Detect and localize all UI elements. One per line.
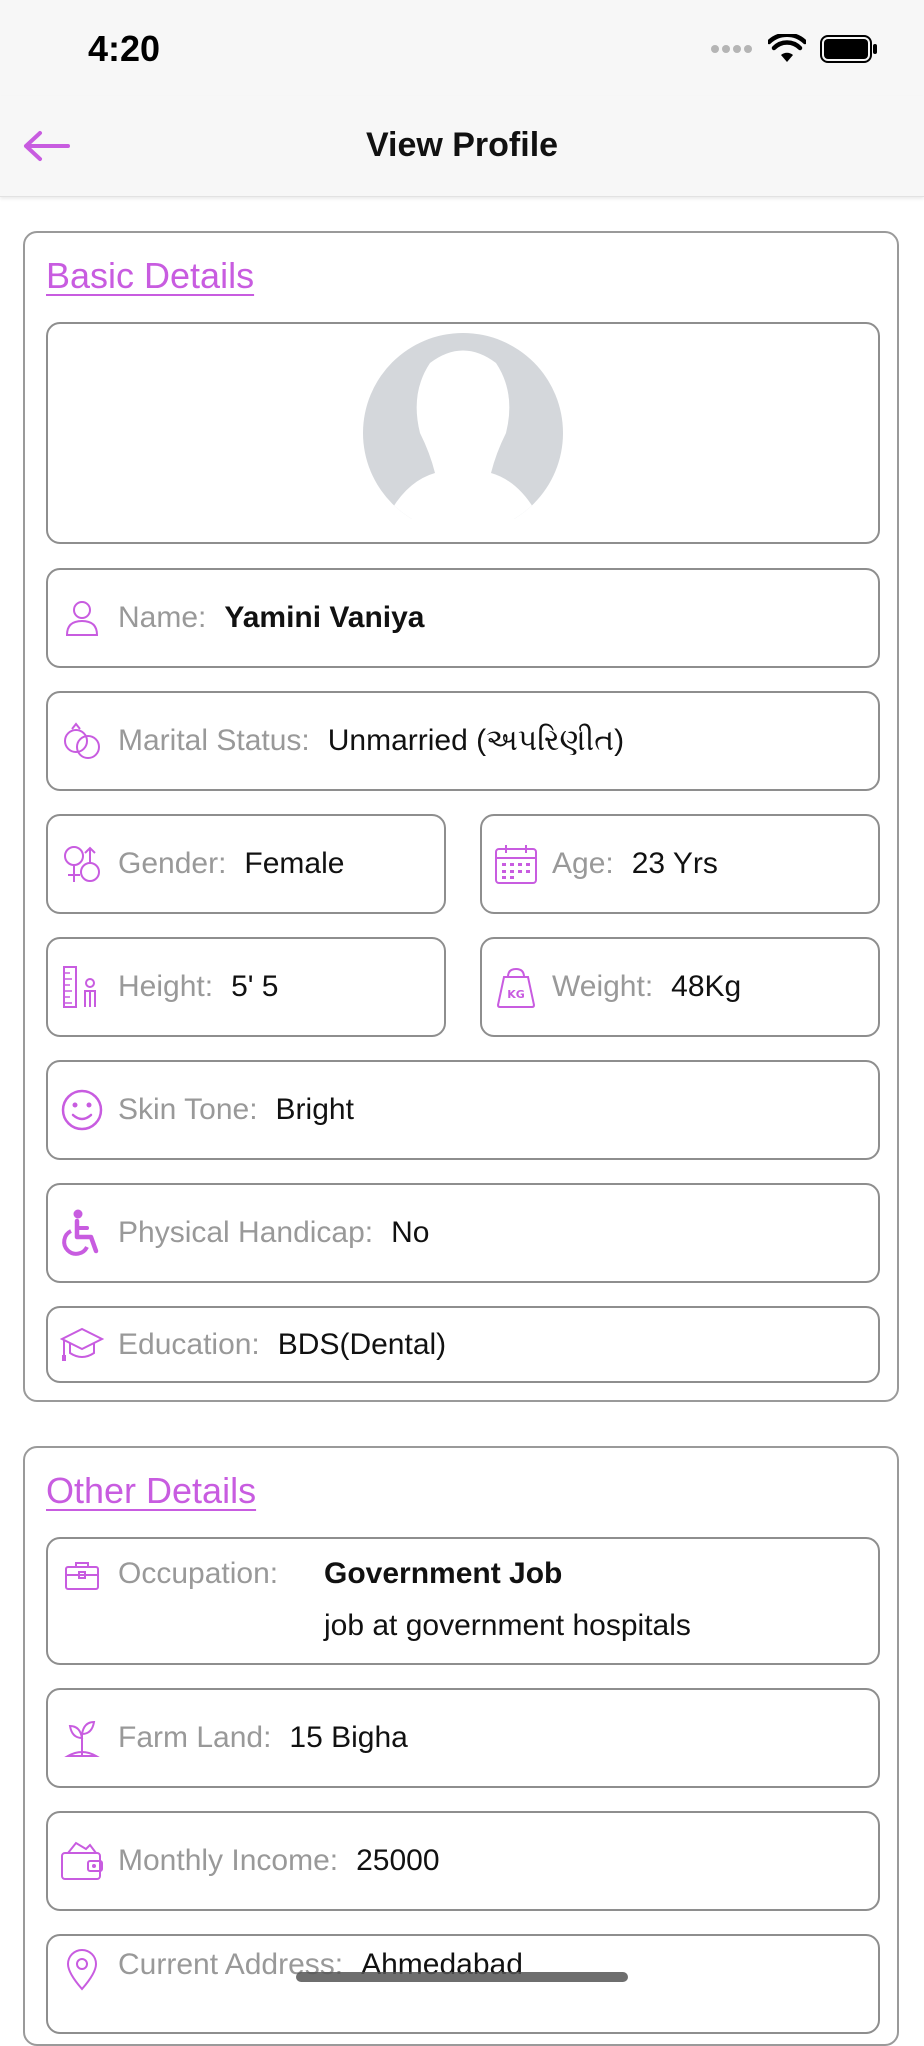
person-icon xyxy=(60,596,104,640)
education-value: BDS(Dental) xyxy=(277,1327,447,1361)
physical-handicap-value: No xyxy=(391,1216,430,1249)
smiley-icon xyxy=(60,1088,104,1132)
svg-text:KG: KG xyxy=(507,988,525,1001)
rings-icon xyxy=(60,719,104,763)
gender-icon xyxy=(60,842,104,886)
height-card: Height: 5' 5 xyxy=(46,937,446,1037)
height-label: Height: xyxy=(118,970,214,1003)
briefcase-icon xyxy=(60,1553,104,1597)
farm-land-card: Farm Land: 15 Bigha xyxy=(46,1688,880,1788)
marital-status-value: Unmarried (અપરિણીત) xyxy=(327,724,625,757)
weight-card: KG Weight: 48Kg xyxy=(480,937,880,1037)
height-value: 5' 5 xyxy=(231,970,279,1003)
other-details-section: Other Details Occupation: Government Job… xyxy=(23,1446,899,2046)
graduation-cap-icon xyxy=(60,1323,104,1367)
other-details-title: Other Details xyxy=(46,1470,257,1511)
weight-value: 48Kg xyxy=(671,970,742,1003)
weight-kg-icon: KG xyxy=(494,965,538,1009)
occupation-value: Government Job xyxy=(324,1557,563,1590)
status-bar: 4:20 xyxy=(0,0,924,96)
occupation-description: job at government hospitals xyxy=(324,1609,691,1642)
weight-label: Weight: xyxy=(552,970,654,1003)
basic-details-section: Basic Details Name: Yamini Vaniya Marita… xyxy=(23,231,899,1402)
gender-card: Gender: Female xyxy=(46,814,446,914)
signal-icon xyxy=(711,45,752,53)
monthly-income-label: Monthly Income: xyxy=(118,1844,339,1877)
location-pin-icon xyxy=(60,1948,104,1992)
farm-land-label: Farm Land: xyxy=(118,1721,272,1754)
wheelchair-icon xyxy=(60,1209,104,1256)
avatar xyxy=(363,333,563,519)
height-ruler-icon xyxy=(60,965,104,1009)
gender-label: Gender: xyxy=(118,847,227,880)
physical-handicap-label: Physical Handicap: xyxy=(118,1216,374,1249)
occupation-label: Occupation: xyxy=(118,1557,279,1590)
battery-icon xyxy=(820,35,877,63)
name-card: Name: Yamini Vaniya xyxy=(46,568,880,668)
occupation-card: Occupation: Government Job job at govern… xyxy=(46,1537,880,1665)
name-value: Yamini Vaniya xyxy=(224,601,425,634)
skin-tone-card: Skin Tone: Bright xyxy=(46,1060,880,1160)
education-card: Education: BDS(Dental) xyxy=(46,1306,880,1383)
age-value: 23 Yrs xyxy=(631,847,718,880)
age-card: Age: 23 Yrs xyxy=(480,814,880,914)
status-icons xyxy=(710,34,878,64)
name-label: Name: xyxy=(118,601,207,634)
wifi-icon xyxy=(768,34,806,62)
wallet-icon xyxy=(60,1839,104,1883)
monthly-income-value: 25000 xyxy=(356,1844,440,1877)
marital-status-label: Marital Status: xyxy=(118,724,310,757)
home-indicator[interactable] xyxy=(296,1972,628,1982)
skin-tone-value: Bright xyxy=(275,1093,354,1126)
calendar-icon xyxy=(494,842,538,886)
avatar-card xyxy=(46,322,880,544)
education-label: Education: xyxy=(118,1327,260,1361)
marital-status-card: Marital Status: Unmarried (અપરિણીત) xyxy=(46,691,880,791)
physical-handicap-card: Physical Handicap: No xyxy=(46,1183,880,1283)
status-time: 4:20 xyxy=(88,28,161,69)
nav-bar: View Profile xyxy=(0,96,924,197)
sprout-icon xyxy=(60,1716,104,1760)
age-label: Age: xyxy=(552,847,614,880)
basic-details-title: Basic Details xyxy=(46,255,255,296)
gender-value: Female xyxy=(244,847,345,880)
current-address-card: Current Address: Ahmedabad xyxy=(46,1934,880,2034)
page-title: View Profile xyxy=(365,126,559,164)
monthly-income-card: Monthly Income: 25000 xyxy=(46,1811,880,1911)
skin-tone-label: Skin Tone: xyxy=(118,1093,258,1126)
farm-land-value: 15 Bigha xyxy=(289,1721,408,1754)
